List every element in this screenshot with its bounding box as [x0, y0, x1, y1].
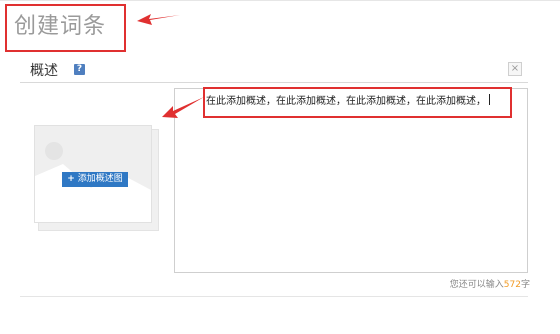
counter-prefix: 您还可以输入	[449, 280, 504, 290]
help-icon[interactable]: ?	[74, 64, 85, 75]
bottom-divider	[20, 296, 528, 297]
overview-section-header: 概述 ? ×	[20, 58, 528, 83]
title-annotation-arrow	[137, 14, 180, 25]
counter-remaining: 572	[503, 280, 521, 290]
text-annotation-arrow	[162, 97, 204, 118]
counter-suffix: 字	[520, 280, 530, 290]
plus-icon: +	[67, 174, 75, 184]
mountain-icon	[35, 164, 151, 222]
close-icon[interactable]: ×	[508, 62, 522, 76]
add-overview-image-button[interactable]: + 添加概述图	[62, 172, 128, 187]
section-title: 概述	[30, 63, 58, 79]
title-highlight-box	[5, 4, 126, 52]
text-highlight-box	[203, 87, 512, 118]
character-counter: 您还可以输入572字	[450, 277, 530, 290]
top-divider	[0, 0, 560, 1]
add-overview-image-label: 添加概述图	[77, 174, 123, 184]
